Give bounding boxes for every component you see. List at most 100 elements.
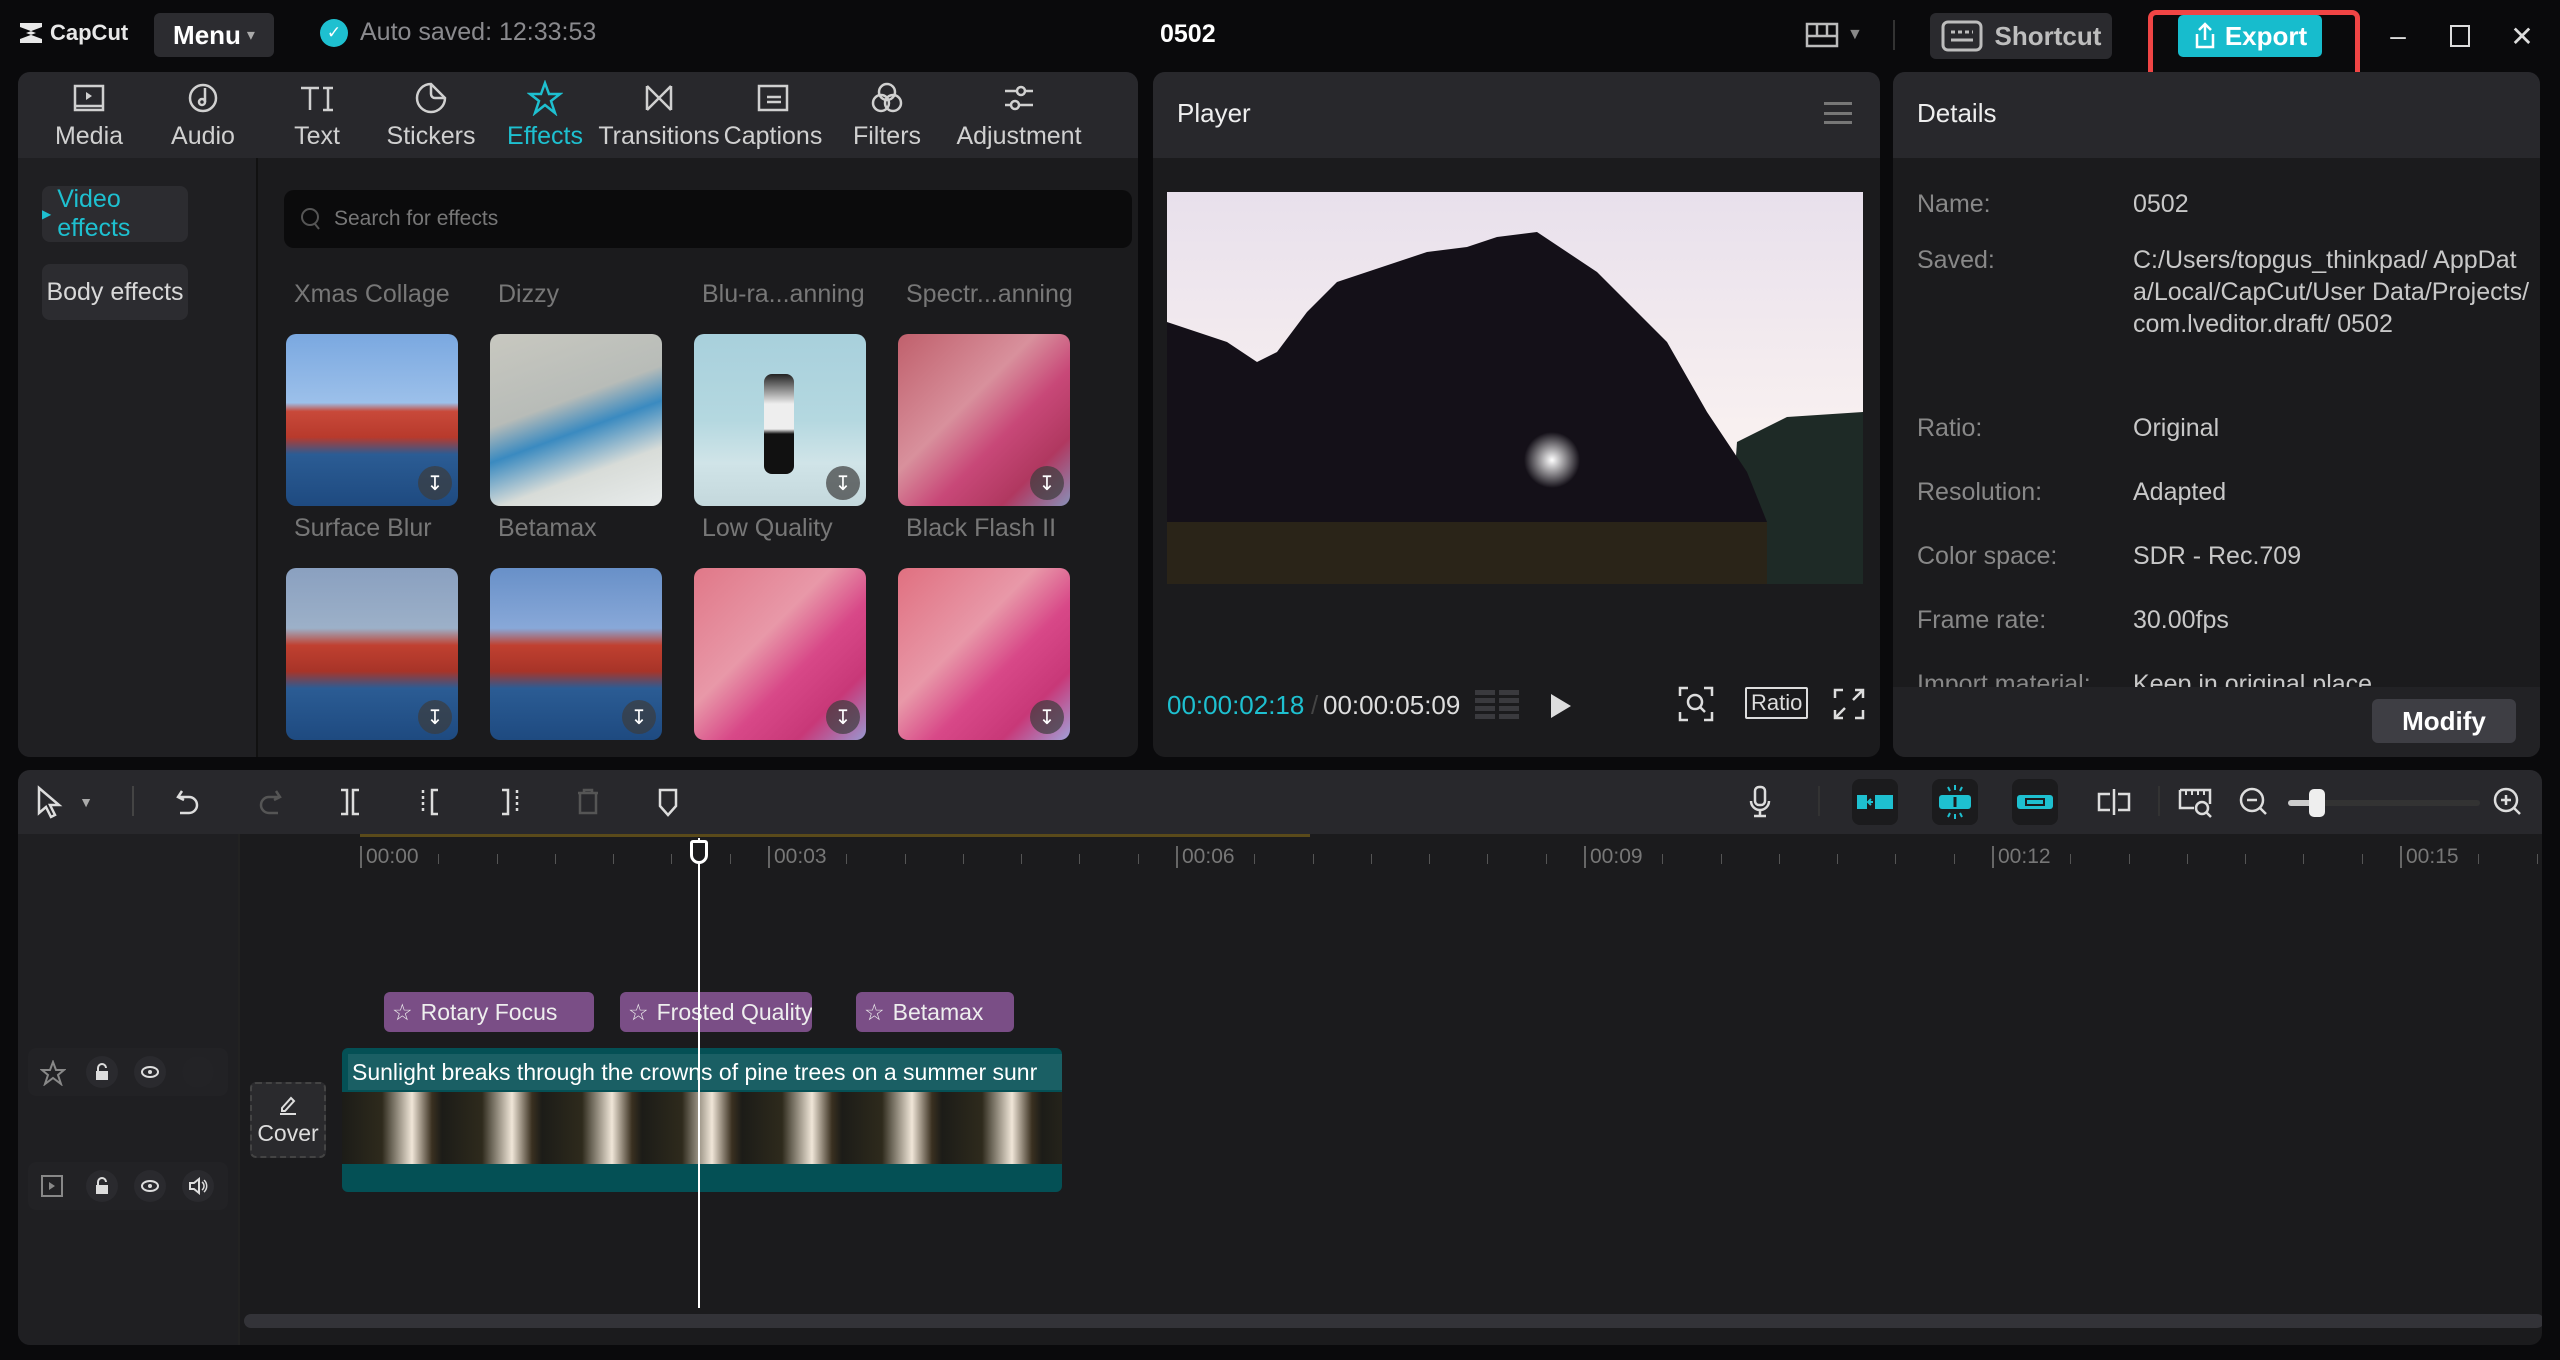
modify-button[interactable]: Modify: [2372, 699, 2516, 743]
lock-track-button[interactable]: [86, 1170, 118, 1202]
main-track-magnet-toggle[interactable]: [1852, 779, 1898, 825]
maximize-button[interactable]: [2442, 18, 2478, 54]
horizontal-scrollbar[interactable]: [244, 1314, 2542, 1328]
timeline-toolbar: ▼: [18, 770, 2542, 834]
autosave-text: Auto saved: 12:33:53: [360, 18, 597, 46]
close-button[interactable]: ✕: [2504, 18, 2540, 54]
effect-thumbnail[interactable]: ↧: [694, 568, 866, 740]
zoom-slider-handle[interactable]: [2308, 789, 2325, 817]
hamburger-menu-icon[interactable]: [1824, 102, 1852, 124]
layout-button[interactable]: ▼: [1805, 20, 1895, 50]
effect-thumbnail[interactable]: ↧: [490, 568, 662, 740]
divider: [1818, 786, 1820, 816]
tab-captions[interactable]: Captions: [716, 72, 830, 158]
tab-stickers[interactable]: Stickers: [374, 72, 488, 158]
tab-adjustment[interactable]: Adjustment: [944, 72, 1094, 158]
zoom-fit-button[interactable]: [1678, 686, 1714, 722]
download-icon[interactable]: ↧: [826, 466, 860, 500]
redo-icon: [259, 790, 282, 815]
sidebar-item-body-effects[interactable]: Body effects: [42, 264, 188, 320]
tab-media[interactable]: Media: [32, 72, 146, 158]
ruler-tick: [438, 854, 440, 864]
tab-effects[interactable]: Effects: [488, 72, 602, 158]
tab-transitions[interactable]: Transitions: [598, 72, 720, 158]
undo-icon: [176, 790, 199, 815]
toggle-visibility-button[interactable]: [134, 1056, 166, 1088]
tab-label: Filters: [852, 121, 922, 150]
download-icon[interactable]: ↧: [622, 700, 656, 734]
zoom-out-button[interactable]: [2234, 782, 2274, 822]
download-icon[interactable]: ↧: [418, 700, 452, 734]
effect-thumbnail-surface-blur[interactable]: ↧: [286, 334, 458, 506]
trim-left-button[interactable]: [410, 782, 450, 822]
marker-button[interactable]: [648, 782, 688, 822]
sticker-icon: [415, 82, 447, 113]
delete-button[interactable]: [568, 782, 608, 822]
search-input[interactable]: Search for effects: [284, 190, 1132, 248]
lock-track-button[interactable]: [86, 1056, 118, 1088]
effect-clip-betamax[interactable]: ☆ Betamax: [856, 992, 1014, 1032]
effect-thumbnail[interactable]: ↧: [286, 568, 458, 740]
effect-thumbnail[interactable]: ↧: [898, 568, 1070, 740]
shortcut-button[interactable]: Shortcut: [1930, 13, 2112, 59]
linkage-toggle[interactable]: [2012, 779, 2058, 825]
tab-filters[interactable]: Filters: [830, 72, 944, 158]
menu-button[interactable]: Menu ▾: [154, 13, 274, 57]
video-frame: [1167, 192, 1863, 584]
effects-icon: [527, 79, 563, 116]
auto-snap-toggle[interactable]: [1932, 779, 1978, 825]
ruler-tick: [1720, 854, 1722, 864]
effect-label: Surface Blur: [294, 514, 432, 542]
play-button[interactable]: [1549, 692, 1573, 720]
effect-thumbnail-black-flash-ii[interactable]: ↧: [898, 334, 1070, 506]
playhead[interactable]: [698, 838, 700, 1308]
timeline-ruler[interactable]: 00:00 00:03 00:06 00:09 00:12 00:15: [240, 834, 2542, 876]
preview-axis-toggle[interactable]: [2094, 782, 2134, 822]
chevron-down-icon[interactable]: ▼: [74, 782, 98, 822]
tab-text[interactable]: Text: [260, 72, 374, 158]
ruler-tick: [962, 854, 964, 864]
zoom-slider-track[interactable]: [2288, 789, 2480, 817]
detail-row-frame-rate: Frame rate: 30.00fps: [1917, 604, 2533, 636]
work-area-bar: [360, 834, 1310, 837]
minimize-button[interactable]: –: [2380, 18, 2416, 54]
track-headers: [18, 834, 240, 1345]
split-icon: [341, 788, 359, 816]
effect-thumbnail-low-quality[interactable]: ↧: [694, 334, 866, 506]
cover-button[interactable]: Cover: [250, 1082, 326, 1158]
video-clip[interactable]: Sunlight breaks through the crowns of pi…: [342, 1048, 1062, 1192]
effect-clip-rotary-focus[interactable]: ☆ Rotary Focus: [384, 992, 594, 1032]
download-icon[interactable]: ↧: [1030, 466, 1064, 500]
record-audio-button[interactable]: [1740, 782, 1780, 822]
video-preview[interactable]: [1167, 192, 1863, 584]
effect-clip-frosted-quality[interactable]: ☆ Frosted Quality: [620, 992, 812, 1032]
toggle-visibility-button[interactable]: [134, 1170, 166, 1202]
mute-track-button[interactable]: [182, 1170, 214, 1202]
download-icon[interactable]: ↧: [418, 466, 452, 500]
video-track-icon: [41, 1175, 63, 1197]
share-icon: [2195, 22, 2215, 49]
select-tool-button[interactable]: [30, 782, 70, 822]
fullscreen-button[interactable]: [1833, 688, 1865, 720]
ruler-tick: [1895, 854, 1897, 864]
sidebar-item-video-effects[interactable]: ▶ Video effects: [42, 185, 188, 242]
trim-right-button[interactable]: [490, 782, 530, 822]
redo-button[interactable]: [250, 782, 290, 822]
tab-label: Text: [294, 121, 340, 150]
zoom-in-button[interactable]: [2488, 782, 2528, 822]
ratio-button[interactable]: Ratio: [1745, 687, 1809, 719]
playhead-handle[interactable]: [690, 840, 708, 864]
magnet-icon: [1857, 795, 1893, 809]
undo-button[interactable]: [168, 782, 208, 822]
download-icon[interactable]: ↧: [826, 700, 860, 734]
zoom-out-icon: [2239, 787, 2267, 815]
check-icon: ✓: [320, 18, 348, 47]
tab-audio[interactable]: Audio: [146, 72, 260, 158]
download-icon[interactable]: ↧: [1030, 700, 1064, 734]
effect-thumbnail-betamax[interactable]: [490, 334, 662, 506]
zoom-to-fit-timeline-button[interactable]: [2176, 782, 2216, 822]
export-button[interactable]: Export: [2178, 15, 2322, 57]
split-button[interactable]: [330, 782, 370, 822]
effect-label: Betamax: [498, 514, 597, 542]
effect-clip-icon: ☆: [392, 998, 413, 1025]
